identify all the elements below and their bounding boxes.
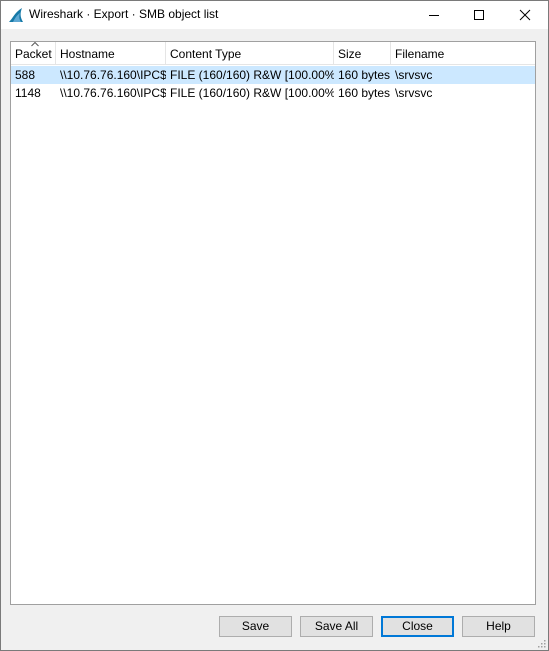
- table-row[interactable]: 588 \\10.76.76.160\IPC$ FILE (160/160) R…: [11, 66, 535, 84]
- column-header-packet[interactable]: Packet: [11, 42, 56, 65]
- minimize-button[interactable]: [411, 1, 457, 29]
- column-header-label: Hostname: [60, 47, 115, 61]
- sort-ascending-icon: [31, 42, 39, 47]
- minimize-icon: [429, 15, 439, 16]
- column-header-label: Packet: [15, 47, 52, 61]
- column-header-filename[interactable]: Filename: [391, 42, 535, 65]
- smb-object-list[interactable]: Packet Hostname Content Type Size Filena…: [10, 41, 536, 605]
- column-header-size[interactable]: Size: [334, 42, 391, 65]
- title-bar[interactable]: Wireshark · Export · SMB object list: [1, 1, 548, 29]
- window-title: Wireshark · Export · SMB object list: [29, 7, 219, 21]
- cell-packet: 1148: [15, 86, 41, 100]
- column-header-hostname[interactable]: Hostname: [56, 42, 166, 65]
- cell-content-type: FILE (160/160) R&W [100.00%]: [170, 86, 334, 100]
- column-header-content-type[interactable]: Content Type: [166, 42, 334, 65]
- table-row[interactable]: 1148 \\10.76.76.160\IPC$ FILE (160/160) …: [11, 84, 535, 102]
- save-all-button[interactable]: Save All: [300, 616, 373, 637]
- maximize-icon: [474, 10, 484, 20]
- cell-filename: \srvsvc: [395, 86, 433, 100]
- cell-filename: \srvsvc: [395, 68, 433, 82]
- cell-packet: 588: [15, 68, 36, 82]
- column-header-label: Content Type: [170, 47, 242, 61]
- cell-size: 160 bytes: [338, 86, 391, 100]
- dialog-body: Packet Hostname Content Type Size Filena…: [1, 29, 548, 650]
- close-icon: [519, 9, 531, 21]
- export-smb-dialog: Wireshark · Export · SMB object list Pac…: [0, 0, 549, 651]
- save-button[interactable]: Save: [219, 616, 292, 637]
- cell-content-type: FILE (160/160) R&W [100.00%]: [170, 68, 334, 82]
- wireshark-fin-icon: [9, 8, 23, 22]
- help-button[interactable]: Help: [462, 616, 535, 637]
- cell-size: 160 bytes: [338, 68, 391, 82]
- maximize-button[interactable]: [456, 1, 502, 29]
- resize-grip-icon[interactable]: [536, 638, 546, 648]
- column-header-label: Filename: [395, 47, 445, 61]
- column-header-label: Size: [338, 47, 362, 61]
- window-close-button[interactable]: [502, 1, 548, 29]
- list-header: Packet Hostname Content Type Size Filena…: [11, 42, 535, 65]
- cell-hostname: \\10.76.76.160\IPC$: [60, 86, 166, 100]
- cell-hostname: \\10.76.76.160\IPC$: [60, 68, 166, 82]
- close-button[interactable]: Close: [381, 616, 454, 637]
